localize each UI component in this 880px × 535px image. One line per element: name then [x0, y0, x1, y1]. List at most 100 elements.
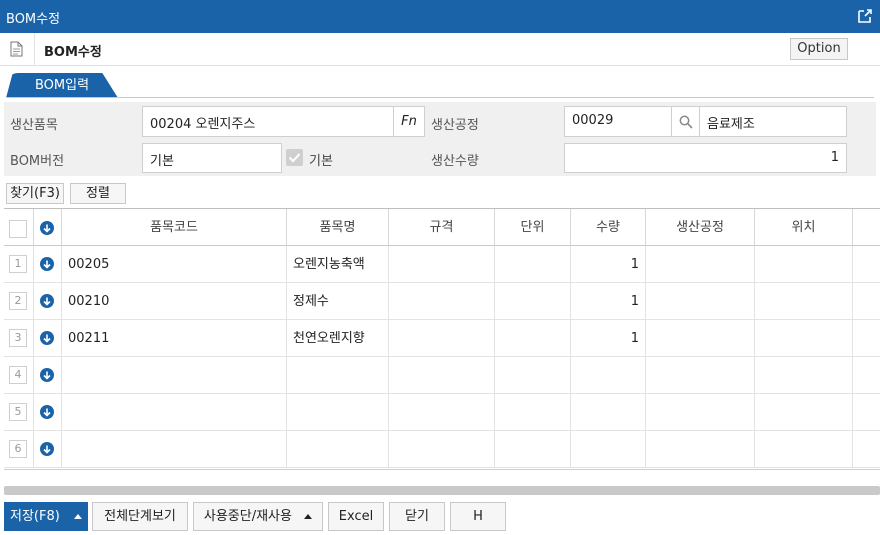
- row-number-cell: 4: [4, 357, 34, 394]
- cell-item-name[interactable]: 천연오렌지향: [287, 320, 389, 357]
- page-header: BOM수정 Option: [0, 33, 880, 66]
- cell-item-name[interactable]: [287, 394, 389, 431]
- page-title: BOM수정: [44, 45, 102, 60]
- cell-spec[interactable]: [389, 431, 495, 468]
- cell-filler: [853, 357, 880, 394]
- cell-process[interactable]: [646, 320, 755, 357]
- column-header-process[interactable]: 생산공정: [646, 209, 755, 246]
- row-number: 2: [9, 292, 27, 310]
- cell-location[interactable]: [755, 394, 853, 431]
- cell-item-name[interactable]: 정제수: [287, 283, 389, 320]
- row-number-cell: 2: [4, 283, 34, 320]
- cell-spec[interactable]: [389, 283, 495, 320]
- horizontal-scrollbar[interactable]: [4, 486, 880, 495]
- product-label: 생산품목: [10, 118, 58, 133]
- tab-underline: [6, 97, 874, 98]
- cell-quantity[interactable]: [571, 431, 646, 468]
- cell-item-name[interactable]: 오렌지농축액: [287, 246, 389, 283]
- header-select-cell: [4, 209, 34, 246]
- search-icon: [679, 115, 693, 129]
- row-number: 1: [9, 255, 27, 273]
- arrow-down-icon[interactable]: [40, 221, 54, 235]
- cell-item-code[interactable]: 00210: [62, 283, 287, 320]
- cell-filler: [853, 283, 880, 320]
- row-number-cell: 5: [4, 394, 34, 431]
- default-checkbox[interactable]: [286, 149, 303, 166]
- tab-bom-input[interactable]: BOM입력: [6, 73, 118, 98]
- window-titlebar: BOM수정: [0, 0, 880, 33]
- cell-filler: [853, 431, 880, 468]
- sort-button[interactable]: 정렬: [70, 183, 126, 204]
- find-button[interactable]: 찾기(F3): [6, 183, 64, 204]
- arrow-down-icon[interactable]: [40, 294, 54, 308]
- column-header-location[interactable]: 위치: [755, 209, 853, 246]
- cell-spec[interactable]: [389, 320, 495, 357]
- cell-item-code[interactable]: [62, 394, 287, 431]
- product-field[interactable]: 00204 오렌지주스: [142, 106, 394, 137]
- cell-process[interactable]: [646, 246, 755, 283]
- process-search-button[interactable]: [671, 106, 700, 137]
- cell-location[interactable]: [755, 246, 853, 283]
- cell-quantity[interactable]: 1: [571, 246, 646, 283]
- cell-location[interactable]: [755, 357, 853, 394]
- suspend-reuse-button[interactable]: 사용중단/재사용: [193, 502, 323, 531]
- cell-unit[interactable]: [495, 357, 571, 394]
- external-link-icon[interactable]: [856, 7, 874, 25]
- cell-process[interactable]: [646, 283, 755, 320]
- cell-quantity[interactable]: 1: [571, 320, 646, 357]
- arrow-down-icon[interactable]: [40, 331, 54, 345]
- default-checkbox-label: 기본: [309, 154, 333, 169]
- cell-unit[interactable]: [495, 394, 571, 431]
- cell-item-code[interactable]: [62, 431, 287, 468]
- cell-location[interactable]: [755, 320, 853, 357]
- column-header-item-code[interactable]: 품목코드: [62, 209, 287, 246]
- close-button[interactable]: 닫기: [389, 502, 445, 531]
- arrow-down-icon[interactable]: [40, 257, 54, 271]
- cell-item-code[interactable]: 00205: [62, 246, 287, 283]
- cell-item-name[interactable]: [287, 357, 389, 394]
- cell-quantity[interactable]: 1: [571, 283, 646, 320]
- quantity-field[interactable]: 1: [564, 143, 847, 173]
- cell-location[interactable]: [755, 283, 853, 320]
- bom-version-field[interactable]: 기본: [142, 143, 282, 173]
- cell-unit[interactable]: [495, 246, 571, 283]
- process-code-field[interactable]: 00029: [564, 106, 672, 137]
- view-all-levels-button[interactable]: 전체단계보기: [92, 502, 188, 531]
- cell-item-code[interactable]: 00211: [62, 320, 287, 357]
- caret-up-icon[interactable]: [304, 514, 313, 519]
- option-button[interactable]: Option: [790, 38, 848, 60]
- column-header-spec[interactable]: 규격: [389, 209, 495, 246]
- arrow-down-icon[interactable]: [40, 368, 54, 382]
- column-header-item-name[interactable]: 품목명: [287, 209, 389, 246]
- cell-spec[interactable]: [389, 357, 495, 394]
- fn-button[interactable]: Fn: [393, 106, 425, 137]
- caret-up-icon[interactable]: [73, 514, 82, 519]
- cell-item-code[interactable]: [62, 357, 287, 394]
- cell-location[interactable]: [755, 431, 853, 468]
- bom-grid: 품목코드 품목명 규격 단위 수량 생산공정 위치 1 00205 오렌지농축액…: [4, 208, 880, 470]
- arrow-down-icon[interactable]: [40, 405, 54, 419]
- cell-item-name[interactable]: [287, 431, 389, 468]
- arrow-down-icon[interactable]: [40, 442, 54, 456]
- cell-quantity[interactable]: [571, 394, 646, 431]
- cell-process[interactable]: [646, 394, 755, 431]
- excel-button[interactable]: Excel: [328, 502, 384, 531]
- select-all-checkbox[interactable]: [9, 220, 27, 238]
- row-number-cell: 3: [4, 320, 34, 357]
- cell-unit[interactable]: [495, 283, 571, 320]
- process-name-field[interactable]: 음료제조: [699, 106, 847, 137]
- row-number: 6: [9, 440, 27, 458]
- cell-unit[interactable]: [495, 431, 571, 468]
- cell-process[interactable]: [646, 357, 755, 394]
- save-button[interactable]: 저장(F8): [4, 502, 88, 531]
- cell-process[interactable]: [646, 431, 755, 468]
- row-number-cell: 1: [4, 246, 34, 283]
- quantity-label: 생산수량: [431, 154, 479, 169]
- h-button[interactable]: H: [450, 502, 506, 531]
- column-header-quantity[interactable]: 수량: [571, 209, 646, 246]
- column-header-unit[interactable]: 단위: [495, 209, 571, 246]
- cell-spec[interactable]: [389, 394, 495, 431]
- cell-quantity[interactable]: [571, 357, 646, 394]
- cell-unit[interactable]: [495, 320, 571, 357]
- cell-spec[interactable]: [389, 246, 495, 283]
